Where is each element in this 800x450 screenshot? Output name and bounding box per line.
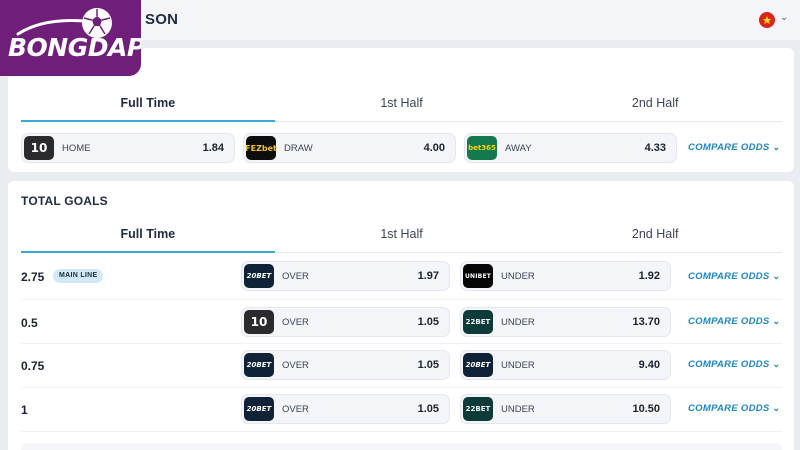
away-odds-pill[interactable]: bet365 AWAY 4.33 [464, 133, 677, 163]
over-odds-pill[interactable]: 10 OVER 1.05 [241, 307, 450, 337]
chevron-down-icon[interactable]: ⌄ [780, 12, 788, 23]
odds-value: 1.97 [417, 270, 439, 282]
tab-1st-half[interactable]: 1st Half [275, 86, 529, 121]
compare-odds-link[interactable]: COMPARE ODDS ⌄ [688, 403, 780, 414]
odds-label: DRAW [284, 143, 313, 154]
compare-odds-link[interactable]: COMPARE ODDS ⌄ [688, 316, 780, 327]
chevron-down-icon: ⌄ [772, 271, 781, 281]
odds-value: 4.00 [423, 142, 445, 154]
compare-odds-link[interactable]: COMPARE ODDS ⌄ [688, 359, 780, 370]
odds-value: 13.70 [632, 316, 660, 328]
under-odds-pill[interactable]: 22BET UNDER 13.70 [460, 307, 671, 337]
under-odds-pill[interactable]: 20BET UNDER 9.40 [460, 350, 671, 380]
odds-value: 1.05 [417, 359, 439, 371]
compare-odds-label: COMPARE ODDS [688, 403, 770, 414]
tab-2nd-half[interactable]: 2nd Half [528, 86, 782, 121]
over-odds-pill[interactable]: 20BET OVER 1.05 [241, 350, 450, 380]
draw-odds-pill[interactable]: FEZbet DRAW 4.00 [243, 133, 456, 163]
bookmaker-logo: UNIBET [463, 264, 493, 288]
next-section-preview [21, 443, 782, 450]
odds-value: 1.05 [417, 316, 439, 328]
odds-label: UNDER [501, 360, 535, 371]
chevron-down-icon: ⌄ [772, 316, 781, 326]
home-odds-pill[interactable]: 10 HOME 1.84 [21, 133, 235, 163]
main-line-badge: MAIN LINE [53, 269, 104, 283]
bookmaker-logo: 10 [24, 136, 54, 160]
odds-value: 1.05 [417, 403, 439, 415]
over-odds-pill[interactable]: 20BET OVER 1.97 [241, 261, 450, 291]
goal-line: 0.5 [21, 316, 38, 330]
compare-odds-link[interactable]: COMPARE ODDS ⌄ [688, 271, 780, 282]
tab-2nd-half[interactable]: 2nd Half [528, 217, 782, 252]
under-odds-pill[interactable]: 22BET UNDER 10.50 [460, 394, 671, 424]
under-odds-pill[interactable]: UNIBET UNDER 1.92 [460, 261, 671, 291]
row-divider [21, 299, 782, 300]
odds-label: UNDER [501, 271, 535, 282]
odds-label: OVER [282, 404, 309, 415]
odds-value: 1.84 [202, 142, 224, 154]
odds-label: HOME [62, 143, 91, 154]
row-divider [21, 431, 782, 432]
odds-label: OVER [282, 271, 309, 282]
compare-odds-label: COMPARE ODDS [688, 359, 770, 370]
odds-value: 1.92 [638, 270, 660, 282]
bookmaker-logo: FEZbet [245, 136, 277, 160]
total-goals-card: TOTAL GOALS Full Time 1st Half 2nd Half … [8, 181, 794, 450]
tab-full-time[interactable]: Full Time [21, 86, 275, 122]
vietnam-flag-icon[interactable] [759, 12, 775, 28]
chevron-down-icon: ⌄ [772, 142, 781, 152]
odds-value: 4.33 [644, 142, 666, 154]
bookmaker-logo: 20BET [244, 353, 274, 377]
row-divider [21, 343, 782, 344]
odds-label: OVER [282, 360, 309, 371]
odds-value: 10.50 [632, 403, 660, 415]
compare-odds-link[interactable]: COMPARE ODDS ⌄ [688, 142, 780, 153]
section-title: TOTAL GOALS [21, 194, 108, 208]
compare-odds-label: COMPARE ODDS [688, 142, 770, 153]
bookmaker-logo: 22BET [463, 397, 493, 421]
result-tabs: Full Time 1st Half 2nd Half [21, 86, 782, 122]
over-odds-pill[interactable]: 20BET OVER 1.05 [241, 394, 450, 424]
goal-line: 1 [21, 403, 28, 417]
bookmaker-logo: 20BET [244, 397, 274, 421]
row-divider [21, 387, 782, 388]
goal-line: 0.75 [21, 359, 45, 373]
page-title: SON [145, 11, 179, 28]
bookmaker-logo: 20BET [244, 264, 274, 288]
tab-1st-half[interactable]: 1st Half [275, 217, 529, 252]
bookmaker-logo: 22BET [463, 310, 493, 334]
bookmaker-logo: 10 [244, 310, 274, 334]
odds-value: 9.40 [638, 359, 660, 371]
total-goals-tabs: Full Time 1st Half 2nd Half [21, 217, 782, 253]
odds-label: AWAY [505, 143, 532, 154]
chevron-down-icon: ⌄ [772, 359, 781, 369]
odds-label: UNDER [501, 404, 535, 415]
odds-label: OVER [282, 317, 309, 328]
logo-text: BONGDAPI [8, 33, 141, 62]
compare-odds-label: COMPARE ODDS [688, 271, 770, 282]
goal-line: 2.75 [21, 270, 45, 284]
compare-odds-label: COMPARE ODDS [688, 316, 770, 327]
bookmaker-logo: bet365 [467, 136, 497, 160]
brand-logo[interactable]: BONGDAPI [0, 0, 141, 76]
tab-full-time[interactable]: Full Time [21, 217, 275, 253]
bookmaker-logo: 20BET [463, 353, 493, 377]
chevron-down-icon: ⌄ [772, 403, 781, 413]
odds-label: UNDER [501, 317, 535, 328]
